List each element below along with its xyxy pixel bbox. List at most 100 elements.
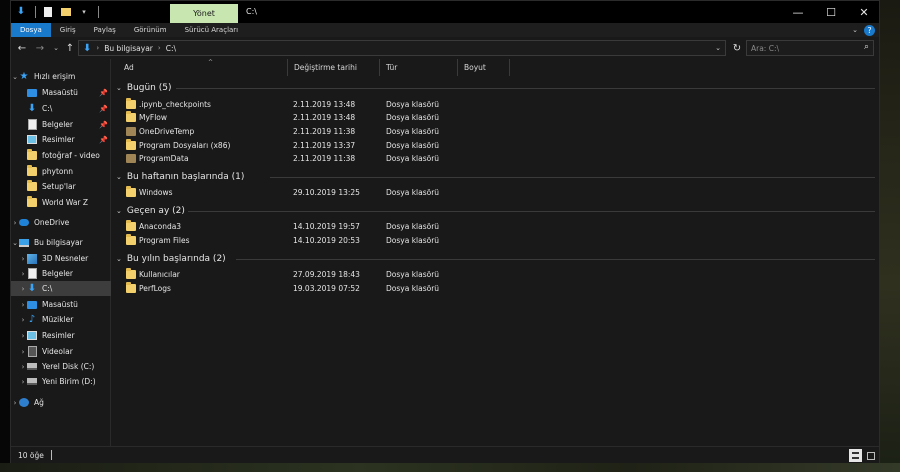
cloud-icon	[19, 218, 29, 228]
back-button[interactable]: ←	[15, 41, 29, 55]
folder-icon	[126, 267, 136, 279]
sidebar-item-c-drive[interactable]: › ⬇ C:\	[11, 281, 111, 296]
chevron-right-icon[interactable]: ›	[19, 378, 27, 386]
sidebar-item-label: phytonn	[42, 167, 73, 176]
chevron-down-icon[interactable]: ⌄	[11, 239, 19, 247]
file-date: 19.03.2019 07:52	[293, 284, 360, 293]
group-header-gecen-ay[interactable]: ⌄ Geçen ay (2)	[116, 204, 193, 217]
new-folder-icon[interactable]	[60, 5, 72, 18]
cube-icon	[27, 253, 37, 264]
sidebar-item-yeni-birim-d[interactable]: › Yeni Birim (D:)	[11, 374, 111, 389]
navigation-pane: ⌄ ★ Hızlı erişim Masaüstü 📌 ⬇ C:\ 📌 Belg…	[11, 59, 111, 446]
table-row[interactable]: Program Dosyaları (x86) 2.11.2019 13:37 …	[112, 138, 879, 152]
minimize-button[interactable]: —	[781, 1, 815, 23]
chevron-down-icon[interactable]: ⌄	[116, 207, 122, 215]
sidebar-item-world-war-z[interactable]: World War Z	[11, 195, 111, 210]
sidebar-item-phytonn[interactable]: phytonn	[11, 164, 111, 179]
sidebar-item-ag[interactable]: › Ağ	[11, 395, 111, 410]
sidebar-item-onedrive[interactable]: › OneDrive	[11, 215, 111, 230]
chevron-down-icon[interactable]: ⌄	[852, 26, 858, 34]
table-row[interactable]: Kullanıcılar 27.09.2019 18:43 Dosya klas…	[112, 267, 879, 281]
search-input[interactable]	[747, 41, 857, 55]
chevron-right-icon[interactable]: ›	[11, 399, 19, 407]
breadcrumb-c-drive[interactable]: C:\	[166, 44, 176, 53]
chevron-down-icon[interactable]: ▾	[78, 5, 90, 18]
chevron-right-icon[interactable]: ›	[19, 332, 27, 340]
forward-button[interactable]: →	[33, 41, 47, 55]
chevron-down-icon[interactable]: ⌄	[116, 255, 122, 263]
column-header-size[interactable]: Boyut	[458, 59, 510, 76]
table-row[interactable]: .ipynb_checkpoints 2.11.2019 13:48 Dosya…	[112, 97, 879, 111]
close-button[interactable]: ✕	[847, 1, 881, 23]
column-header-date[interactable]: Değiştirme tarihi	[288, 59, 380, 76]
search-icon[interactable]: ⌕	[864, 42, 869, 52]
tab-surucu-araclari[interactable]: Sürücü Araçları	[176, 23, 248, 37]
chevron-right-icon[interactable]: ›	[19, 301, 27, 309]
sidebar-item-c-drive-pinned[interactable]: ⬇ C:\ 📌	[11, 101, 111, 116]
table-row[interactable]: Windows 29.10.2019 13:25 Dosya klasörü	[112, 185, 879, 199]
sidebar-item-resimler[interactable]: › Resimler	[11, 328, 111, 343]
toolbar-divider	[98, 5, 99, 18]
group-header-bu-yil[interactable]: ⌄ Bu yılın başlarında (2)	[116, 252, 234, 265]
refresh-icon: ↻	[732, 42, 742, 54]
properties-icon[interactable]	[42, 5, 54, 18]
desktop-icon	[27, 300, 37, 310]
group-divider	[188, 211, 875, 212]
breadcrumb-bu-bilgisayar[interactable]: Bu bilgisayar	[104, 44, 153, 53]
sidebar-item-videolar[interactable]: › Videolar	[11, 344, 111, 359]
chevron-down-icon[interactable]: ⌄	[116, 84, 122, 92]
table-row[interactable]: MyFlow 2.11.2019 13:48 Dosya klasörü	[112, 110, 879, 124]
up-button[interactable]: ↑	[63, 41, 77, 55]
manage-contextual-tab[interactable]: Yönet	[170, 4, 238, 23]
table-row[interactable]: PerfLogs 19.03.2019 07:52 Dosya klasörü	[112, 281, 879, 295]
chevron-right-icon[interactable]: ›	[11, 219, 19, 227]
group-header-bugun[interactable]: ⌄ Bugün (5)	[116, 81, 179, 94]
sidebar-item-yerel-disk-c[interactable]: › Yerel Disk (C:)	[11, 359, 111, 374]
sidebar-item-3d-nesneler[interactable]: › 3D Nesneler	[11, 251, 111, 266]
chevron-right-icon[interactable]: ›	[19, 348, 27, 356]
column-header-name[interactable]: Ad ^	[118, 59, 288, 76]
chevron-down-icon[interactable]: ⌄	[715, 44, 721, 52]
table-row[interactable]: ProgramData 2.11.2019 11:38 Dosya klasör…	[112, 152, 879, 165]
tab-paylas[interactable]: Paylaş	[85, 23, 125, 37]
chevron-right-icon[interactable]: ›	[19, 270, 27, 278]
chevron-right-icon[interactable]: ›	[19, 285, 27, 293]
sidebar-item-belgeler[interactable]: › Belgeler	[11, 266, 111, 281]
download-icon[interactable]: ⬇	[15, 5, 27, 18]
table-row[interactable]: Anaconda3 14.10.2019 19:57 Dosya klasörü	[112, 219, 879, 233]
file-date: 2.11.2019 13:48	[293, 113, 356, 122]
maximize-button[interactable]: ☐	[814, 1, 848, 23]
column-header-type[interactable]: Tür	[380, 59, 458, 76]
large-icons-view-button[interactable]	[864, 449, 877, 462]
video-icon	[27, 346, 37, 357]
sidebar-item-hizli-erisim[interactable]: ⌄ ★ Hızlı erişim	[11, 69, 111, 84]
group-header-bu-hafta[interactable]: ⌄ Bu haftanın başlarında (1)	[116, 170, 252, 183]
table-row[interactable]: Program Files 14.10.2019 20:53 Dosya kla…	[112, 233, 879, 247]
chevron-down-icon[interactable]: ⌄	[11, 73, 19, 81]
tab-dosya[interactable]: Dosya	[11, 23, 51, 37]
refresh-button[interactable]: ↻	[729, 40, 745, 56]
address-bar[interactable]: ⬇ › Bu bilgisayar › C:\ ⌄	[78, 40, 726, 56]
sidebar-item-setuplar[interactable]: Setup'lar	[11, 179, 111, 194]
table-row[interactable]: OneDriveTemp 2.11.2019 11:38 Dosya klasö…	[112, 125, 879, 138]
folder-icon	[27, 149, 37, 161]
folder-icon	[126, 281, 136, 293]
sidebar-item-belgeler-pinned[interactable]: Belgeler 📌	[11, 117, 111, 132]
chevron-right-icon[interactable]: ›	[19, 363, 27, 371]
recent-locations-button[interactable]: ⌄	[49, 41, 63, 55]
sidebar-item-resimler-pinned[interactable]: Resimler 📌	[11, 132, 111, 147]
chevron-right-icon[interactable]: ›	[19, 255, 27, 263]
chevron-down-icon[interactable]: ⌄	[116, 173, 122, 181]
sidebar-item-fotograf-video[interactable]: fotoğraf - video	[11, 148, 111, 163]
details-view-button[interactable]	[849, 449, 862, 462]
file-type: Dosya klasörü	[386, 127, 440, 136]
file-date: 2.11.2019 11:38	[293, 127, 356, 136]
sidebar-item-muzikler[interactable]: › ♪ Müzikler	[11, 312, 111, 327]
tab-giris[interactable]: Giriş	[51, 23, 85, 37]
sidebar-item-bu-bilgisayar[interactable]: ⌄ Bu bilgisayar	[11, 235, 111, 250]
sidebar-item-masaustu[interactable]: › Masaüstü	[11, 297, 111, 312]
tab-gorunum[interactable]: Görünüm	[125, 23, 176, 37]
help-icon[interactable]: ?	[864, 24, 875, 36]
chevron-right-icon[interactable]: ›	[19, 316, 27, 324]
sidebar-item-masaustu-pinned[interactable]: Masaüstü 📌	[11, 85, 111, 100]
